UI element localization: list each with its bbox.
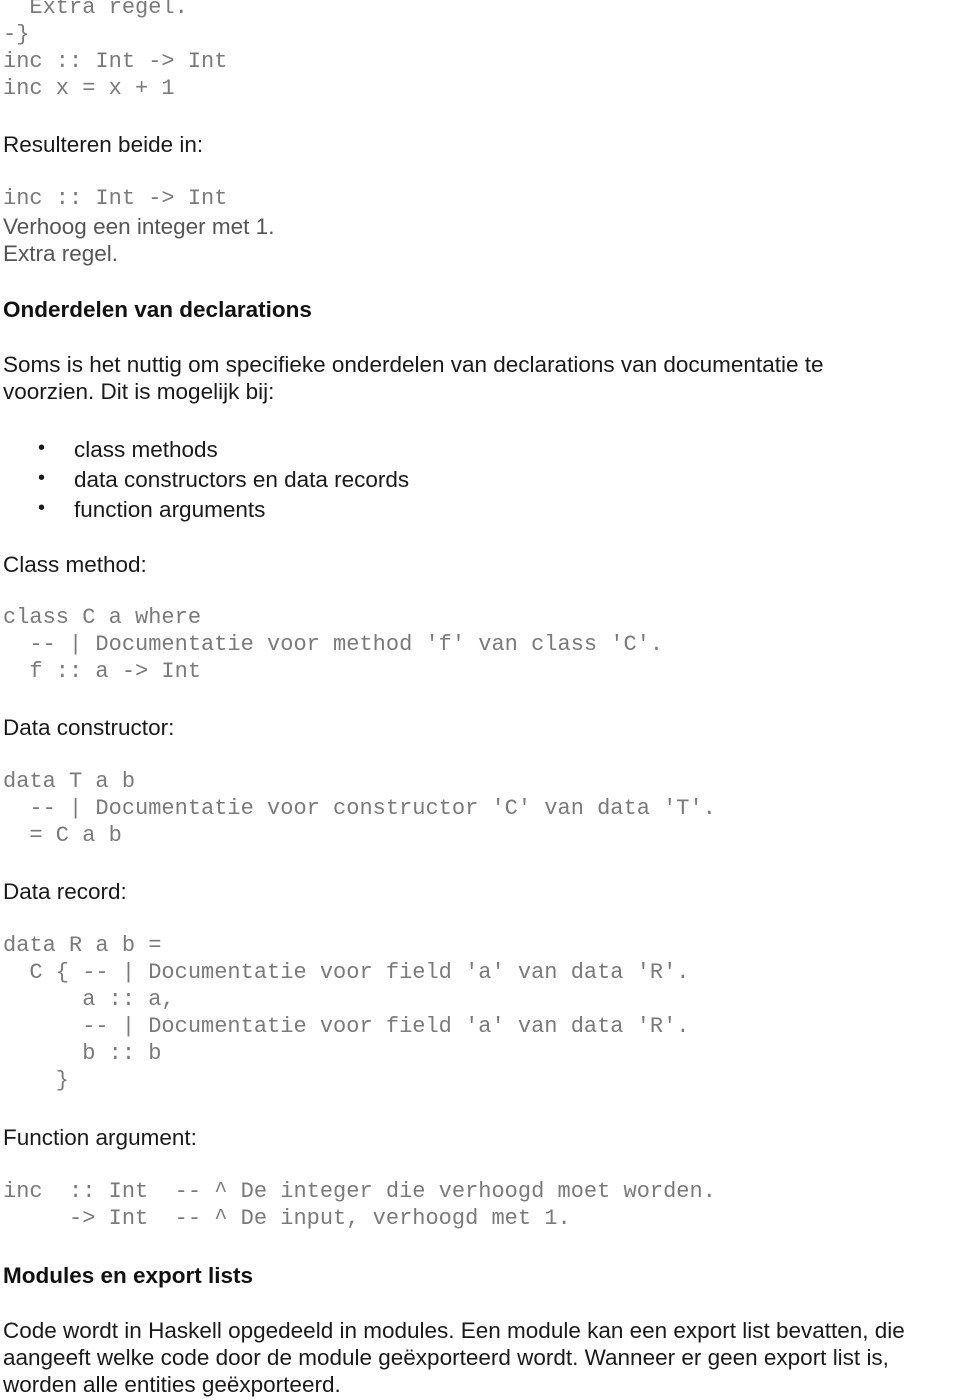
code-line: data R a b =	[3, 933, 162, 958]
code-line: data T a b	[3, 769, 136, 794]
paragraph-line: aangeeft welke code door de module geëxp…	[3, 1345, 889, 1370]
list-item: class methods	[74, 437, 218, 462]
function-argument-label: Function argument:	[3, 1125, 197, 1150]
code-line: f :: a -> Int	[3, 659, 202, 684]
bullet-icon: •	[38, 497, 46, 519]
code-line: }	[3, 1068, 70, 1093]
paragraph-line: Code wordt in Haskell opgedeeld in modul…	[3, 1318, 905, 1343]
code-line: = C a b	[3, 823, 122, 848]
code-line: -}	[3, 22, 30, 47]
code-line: Extra regel.	[3, 0, 188, 20]
code-line: -- | Documentatie voor constructor 'C' v…	[3, 796, 716, 821]
result-signature: inc :: Int -> Int	[3, 186, 228, 211]
document-page: Extra regel. -} inc :: Int -> Int inc x …	[0, 0, 960, 1400]
paragraph-line: Soms is het nuttig om specifieke onderde…	[3, 352, 824, 377]
code-line: b :: b	[3, 1041, 162, 1066]
bullet-icon: •	[38, 467, 46, 489]
paragraph-line: voorzien. Dit is mogelijk bij:	[3, 379, 275, 404]
result-intro: Resulteren beide in:	[3, 132, 204, 157]
result-doc-line: Extra regel.	[3, 241, 119, 266]
code-line: -- | Documentatie voor field 'a' van dat…	[3, 1014, 690, 1039]
code-line: -- | Documentatie voor method 'f' van cl…	[3, 632, 664, 657]
paragraph-line: worden alle entities geëxporteerd.	[3, 1372, 341, 1397]
section-heading-modules: Modules en export lists	[3, 1263, 254, 1288]
code-line: a :: a,	[3, 987, 175, 1012]
data-record-label: Data record:	[3, 879, 127, 904]
section-heading-declarations: Onderdelen van declarations	[3, 297, 312, 322]
bullet-icon: •	[38, 437, 46, 459]
class-method-label: Class method:	[3, 552, 147, 577]
code-line: -> Int -- ^ De input, verhoogd met 1.	[3, 1206, 571, 1231]
code-line: inc :: Int -> Int	[3, 49, 228, 74]
code-line: class C a where	[3, 605, 202, 630]
code-line: C { -- | Documentatie voor field 'a' van…	[3, 960, 690, 985]
list-item: data constructors en data records	[74, 467, 410, 492]
code-line: inc x = x + 1	[3, 76, 175, 101]
code-line: inc :: Int -- ^ De integer die verhoogd …	[3, 1179, 716, 1204]
result-doc-line: Verhoog een integer met 1.	[3, 214, 275, 239]
data-constructor-label: Data constructor:	[3, 715, 175, 740]
list-item: function arguments	[74, 497, 266, 522]
